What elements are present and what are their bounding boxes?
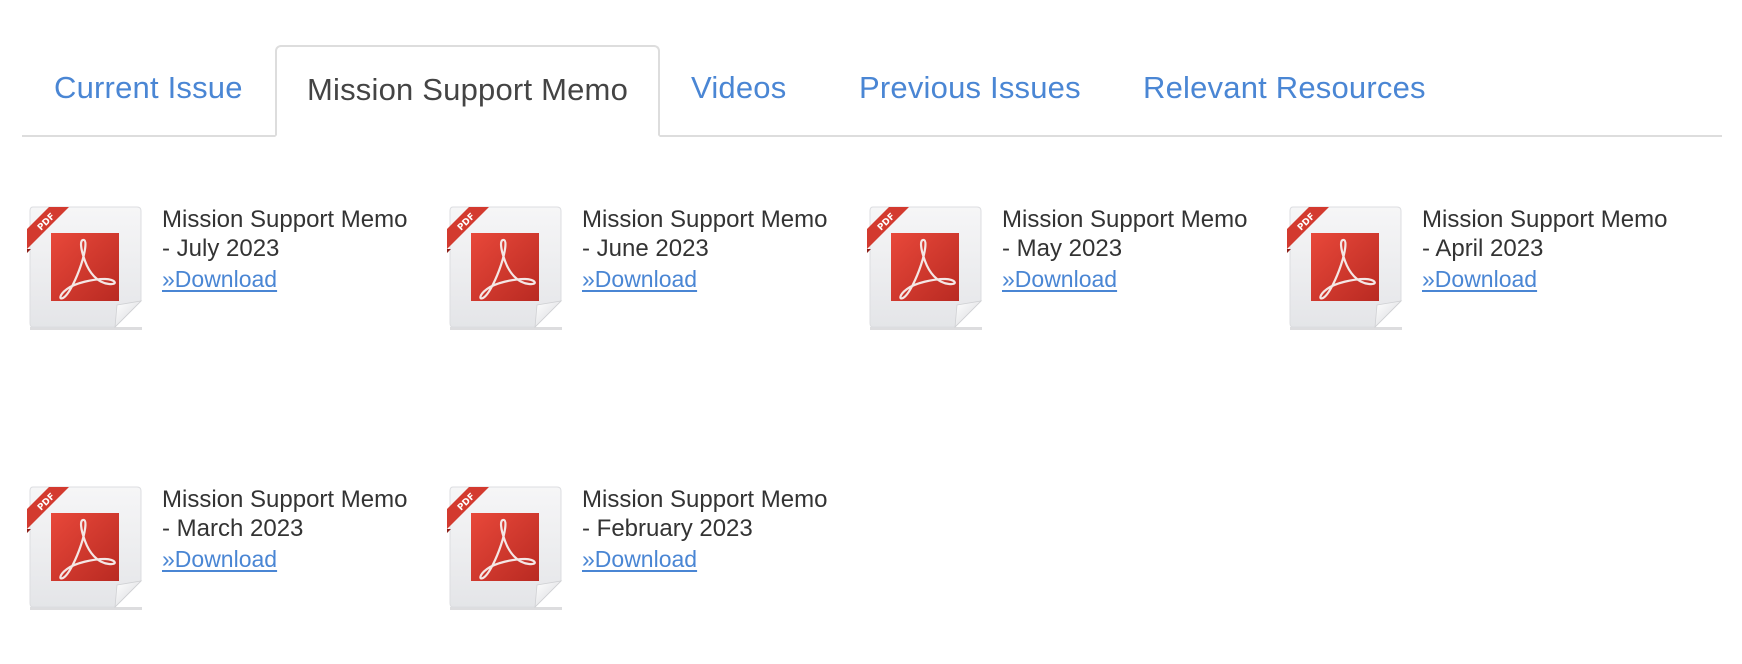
tab-bar: Current Issue Mission Support Memo Video… <box>22 45 1722 137</box>
download-link[interactable]: »Download <box>162 544 277 574</box>
tab-mission-support-memo[interactable]: Mission Support Memo <box>275 45 661 137</box>
document-item: Mission Support Memo - June 2023 »Downloa… <box>442 205 862 345</box>
document-title: Mission Support Memo - April 2023 <box>1422 206 1668 262</box>
pdf-file-icon[interactable] <box>447 485 565 612</box>
tab-relevant-resources[interactable]: Relevant Resources <box>1143 45 1426 135</box>
tab-current-issue[interactable]: Current Issue <box>54 45 243 135</box>
pdf-file-icon[interactable] <box>27 205 145 332</box>
download-link[interactable]: »Download <box>1002 264 1117 294</box>
document-item: Mission Support Memo - April 2023 »Downlo… <box>1282 205 1702 345</box>
pdf-file-icon[interactable] <box>867 205 985 332</box>
document-title: Mission Support Memo - May 2023 <box>1002 206 1248 262</box>
document-item: Mission Support Memo - May 2023 »Download <box>862 205 1282 345</box>
download-link[interactable]: »Download <box>582 264 697 294</box>
pdf-file-icon[interactable] <box>1287 205 1405 332</box>
document-title: Mission Support Memo - March 2023 <box>162 486 408 542</box>
document-title: Mission Support Memo - June 2023 <box>582 206 828 262</box>
document-item: Mission Support Memo - July 2023 »Downloa… <box>22 205 442 345</box>
document-title: Mission Support Memo - February 2023 <box>582 486 828 542</box>
download-link[interactable]: »Download <box>582 544 697 574</box>
document-title: Mission Support Memo - July 2023 <box>162 206 408 262</box>
tab-videos[interactable]: Videos <box>691 45 786 135</box>
document-item: Mission Support Memo - March 2023 »Downlo… <box>22 485 442 625</box>
pdf-file-icon[interactable] <box>27 485 145 612</box>
pdf-file-icon[interactable] <box>447 205 565 332</box>
download-link[interactable]: »Download <box>1422 264 1537 294</box>
download-link[interactable]: »Download <box>162 264 277 294</box>
tab-previous-issues[interactable]: Previous Issues <box>859 45 1081 135</box>
document-item: Mission Support Memo - February 2023 »Dow… <box>442 485 862 625</box>
